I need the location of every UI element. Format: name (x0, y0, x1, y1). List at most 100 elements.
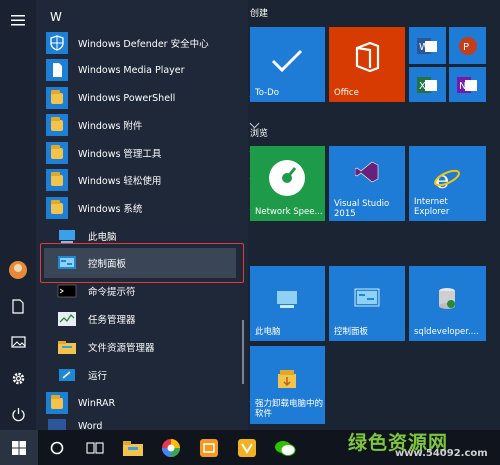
computer-icon (277, 291, 297, 308)
app-item-label: Windows Media Player (78, 64, 185, 76)
browser-colorful-icon (162, 438, 180, 457)
speedometer-icon (269, 160, 305, 196)
task-view-icon (86, 441, 104, 454)
tile-visual-studio[interactable]: Visual Studio 2015 (329, 146, 405, 221)
tile-excel[interactable]: X (409, 67, 446, 102)
document-icon (46, 59, 68, 81)
tile-group-create-header[interactable]: 创建 (250, 6, 268, 19)
tile-onenote[interactable]: N (449, 67, 486, 102)
task-manager-icon (56, 308, 78, 330)
app-orange-icon (200, 438, 218, 457)
run-icon (56, 364, 78, 386)
app-item-label: Windows 轻松使用 (78, 176, 162, 187)
hamburger-menu-icon[interactable] (0, 2, 36, 38)
visual-studio-icon (355, 161, 379, 183)
tile-label: Network Spee... (255, 207, 323, 217)
tile-label: 控制面板 (334, 327, 369, 337)
app-item-winrar[interactable]: WinRAR (46, 390, 276, 416)
search-cortana-button[interactable] (38, 430, 76, 465)
watermark-url: www.54092.com (395, 448, 488, 459)
cortana-circle-icon (50, 441, 64, 454)
task-view-button[interactable] (76, 430, 114, 465)
tile-label: Office (334, 88, 359, 98)
tile-label: Internet Explorer (414, 197, 450, 217)
letter-header-w[interactable]: W (50, 10, 62, 24)
tile-word[interactable]: W (409, 27, 446, 64)
tile-powerpoint[interactable]: P (449, 27, 486, 64)
word-icon: W (417, 38, 437, 54)
app-item-label: WinRAR (78, 397, 116, 409)
taskbar-file-explorer[interactable] (114, 430, 152, 465)
app-item-label: 任务管理器 (88, 315, 136, 326)
app-item-windows-ease-of-access[interactable]: Windows 轻松使用 (46, 167, 276, 193)
tile-control-panel[interactable]: 控制面板 (329, 266, 405, 341)
tile-label: 此电脑 (255, 327, 281, 337)
tile-label: Visual Studio 2015 (334, 199, 390, 219)
folder-icon (46, 197, 68, 219)
app-item-label: 文件资源管理器 (88, 343, 155, 354)
wechat-icon (275, 440, 296, 456)
tile-network-speed[interactable]: Network Spee... (250, 146, 325, 221)
power-icon[interactable] (0, 396, 36, 432)
svg-text:N: N (459, 81, 466, 92)
app-item-label: Word (78, 421, 103, 430)
app-item-windows-powershell[interactable]: Windows PowerShell (46, 85, 276, 111)
internet-explorer-icon: e (434, 166, 460, 192)
app-item-windows-media-player[interactable]: Windows Media Player (46, 57, 276, 83)
office-logo-icon (355, 41, 380, 73)
word-icon (46, 417, 68, 430)
file-explorer-icon (123, 440, 143, 456)
database-icon (439, 288, 455, 309)
app-item-windows-defender[interactable]: Windows Defender 安全中心 (46, 30, 276, 56)
folder-icon (46, 87, 68, 109)
excel-icon: X (417, 77, 437, 93)
control-panel-icon (354, 288, 380, 307)
windows-logo-icon (12, 440, 26, 455)
app-item-label: 此电脑 (88, 232, 117, 243)
folder-icon (46, 392, 68, 414)
start-left-rail (0, 0, 36, 430)
checkmark-icon (271, 49, 303, 73)
app-item-label: Windows PowerShell (78, 92, 176, 104)
settings-gear-icon[interactable] (0, 360, 36, 396)
app-item-windows-admin-tools[interactable]: Windows 管理工具 (46, 140, 276, 166)
app-fox-icon (238, 438, 256, 457)
folder-icon (46, 169, 68, 191)
app-item-windows-system[interactable]: Windows 系统 (46, 195, 276, 221)
tile-this-pc[interactable]: 此电脑 (250, 266, 325, 341)
tile-label: 强力卸载电脑中的软件 (255, 399, 324, 419)
taskbar-app-orange-2[interactable] (228, 430, 266, 465)
user-avatar[interactable] (0, 252, 36, 288)
taskbar-browser[interactable] (152, 430, 190, 465)
svg-text:P: P (463, 42, 469, 53)
taskbar-app-orange-1[interactable] (190, 430, 228, 465)
tile-internet-explorer[interactable]: e Internet Explorer (409, 146, 486, 221)
app-item-label: 命令提示符 (88, 287, 136, 298)
taskbar-wechat[interactable] (266, 430, 304, 465)
start-button[interactable] (0, 430, 38, 465)
svg-text:W: W (419, 42, 429, 53)
file-explorer-icon (56, 336, 78, 358)
app-list-scrollbar[interactable] (242, 320, 244, 384)
uninstall-box-icon (278, 370, 296, 388)
tile-sqldeveloper[interactable]: sqldeveloper.... (409, 266, 486, 341)
cmd-icon (56, 280, 78, 302)
tile-label: sqldeveloper.... (414, 327, 479, 337)
tile-office[interactable]: Office (329, 27, 405, 102)
app-item-word[interactable]: Word (46, 417, 276, 430)
app-item-label: Windows 系统 (78, 204, 143, 215)
tile-todo[interactable]: To-Do (250, 27, 325, 102)
svg-text:X: X (419, 81, 426, 92)
tile-group-browse-header[interactable]: 浏览 (250, 126, 268, 139)
folder-icon (46, 114, 68, 136)
app-item-windows-accessories[interactable]: Windows 附件 (46, 112, 276, 138)
onenote-icon: N (457, 77, 477, 93)
powerpoint-icon: P (459, 37, 477, 55)
app-item-label: Windows 管理工具 (78, 149, 162, 160)
highlight-box (40, 243, 244, 283)
app-item-label: Windows Defender 安全中心 (78, 39, 209, 50)
documents-icon[interactable] (0, 288, 36, 324)
tile-uninstall[interactable]: 强力卸载电脑中的软件 (250, 346, 325, 424)
pictures-icon[interactable] (0, 324, 36, 360)
app-item-label: Windows 附件 (78, 121, 143, 132)
